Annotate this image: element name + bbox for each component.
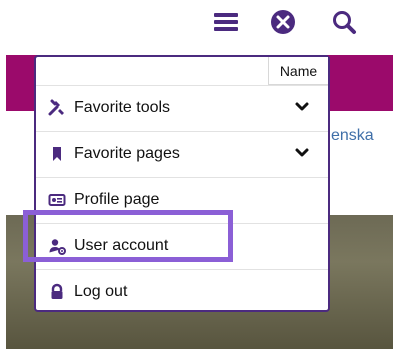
id-card-icon <box>48 191 66 209</box>
name-tab: Name <box>268 57 328 85</box>
chevron-down-icon[interactable] <box>294 145 310 161</box>
user-dropdown-menu: Name Favorite tools Favorite pages Profi… <box>34 55 330 312</box>
close-icon[interactable] <box>269 8 297 36</box>
menu-item-favorite-pages[interactable]: Favorite pages <box>36 131 328 177</box>
left-edge <box>0 0 6 349</box>
lock-icon <box>48 283 66 301</box>
tools-icon <box>48 99 66 117</box>
menu-item-log-out[interactable]: Log out <box>36 269 328 315</box>
menu-icon[interactable] <box>212 8 240 36</box>
menu-item-label: Profile page <box>74 191 160 208</box>
search-icon[interactable] <box>330 8 358 36</box>
selection-highlight <box>23 210 233 262</box>
menu-item-favorite-tools[interactable]: Favorite tools <box>36 85 328 131</box>
menu-item-label: Favorite pages <box>74 145 180 162</box>
chevron-down-icon[interactable] <box>294 99 310 115</box>
menu-item-label: Favorite tools <box>74 99 171 116</box>
language-link-fragment[interactable]: enska <box>331 127 374 145</box>
menu-item-label: Log out <box>74 283 128 300</box>
bookmark-icon <box>48 145 66 163</box>
